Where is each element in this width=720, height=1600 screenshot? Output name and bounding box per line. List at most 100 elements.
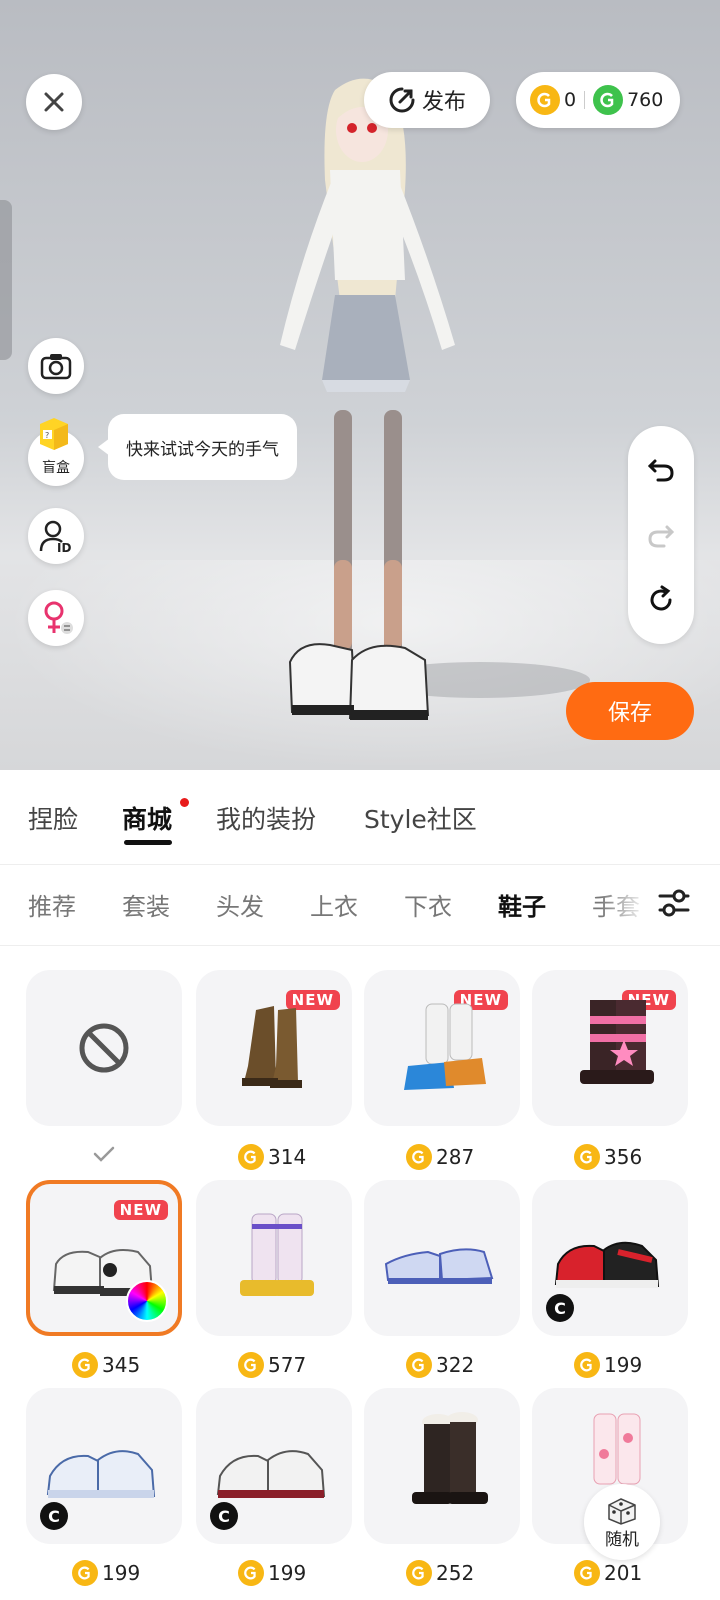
dice-icon <box>608 1497 636 1525</box>
item-card-white-platform-sneakers[interactable]: NEW <box>26 1180 182 1336</box>
gold-coin-icon <box>238 1352 264 1378</box>
leg-warmer-sneakers-thumbnail <box>404 1003 486 1090</box>
selected-check-icon <box>93 1146 115 1162</box>
gold-coin-count: 0 <box>564 89 577 111</box>
main-tabs: 捏脸 商城 我的装扮 Style社区 <box>0 770 720 865</box>
item-card-none[interactable] <box>26 970 182 1126</box>
gold-coin-icon <box>72 1352 98 1378</box>
currency-divider <box>584 91 586 109</box>
category-hair[interactable]: 头发 <box>216 887 264 922</box>
redo-button[interactable] <box>641 514 681 554</box>
gold-lace-boots-thumbnail <box>240 1213 314 1296</box>
camera-button[interactable] <box>28 338 84 394</box>
item-price: 314 <box>238 1140 306 1174</box>
avatar-id-button[interactable]: ID <box>28 508 84 564</box>
side-drawer-handle[interactable] <box>0 200 12 360</box>
item-price: 201 <box>574 1556 642 1590</box>
gold-coin-icon <box>530 85 560 115</box>
item-price-value: 199 <box>604 1353 643 1377</box>
none-icon <box>79 1023 129 1073</box>
category-sets[interactable]: 套装 <box>122 887 170 922</box>
tab-style-community[interactable]: Style社区 <box>364 800 477 836</box>
close-icon <box>44 92 64 112</box>
item-price: 199 <box>238 1556 306 1590</box>
close-button[interactable] <box>26 74 82 130</box>
filter-button[interactable] <box>656 885 696 925</box>
category-tabs: 推荐 套装 头发 上衣 下衣 鞋子 手套 <box>0 865 720 946</box>
gold-coin-icon <box>574 1560 600 1586</box>
item-card-leg-warmer-sneakers[interactable]: NEW <box>364 970 520 1126</box>
blindbox-tip-bubble: 快来试试今天的手气 <box>98 414 297 480</box>
gold-coin-icon <box>406 1352 432 1378</box>
item-price: 199 <box>72 1556 140 1590</box>
item-price: 252 <box>406 1556 474 1590</box>
blindbox-button[interactable]: ? 盲盒 <box>28 418 84 486</box>
creator-badge: C <box>40 1502 68 1530</box>
gold-coin-icon <box>406 1560 432 1586</box>
item-price-value: 287 <box>436 1145 475 1169</box>
item-card-pink-star-boots[interactable]: NEW <box>532 970 688 1126</box>
item-price-value: 201 <box>604 1561 643 1585</box>
gold-coin-icon <box>72 1560 98 1586</box>
item-card-gold-lace-boots[interactable] <box>196 1180 352 1336</box>
item-card-brown-boots[interactable]: NEW <box>196 970 352 1126</box>
active-tab-underline <box>124 840 172 845</box>
item-price-value: 314 <box>268 1145 307 1169</box>
reset-button[interactable] <box>641 580 681 620</box>
green-coin-icon <box>593 85 624 115</box>
gender-switch-button[interactable] <box>28 590 84 646</box>
notification-dot <box>180 798 189 807</box>
currency-display[interactable]: 0 760 <box>516 72 680 128</box>
brown-boots-thumbnail <box>242 1006 302 1088</box>
blindbox-label: 盲盒 <box>42 460 70 476</box>
undo-redo-panel <box>628 426 694 644</box>
save-button[interactable]: 保存 <box>566 682 694 740</box>
item-price-value: 199 <box>102 1561 141 1585</box>
gold-coin-icon <box>574 1352 600 1378</box>
pink-star-boots-thumbnail <box>580 1000 654 1084</box>
tab-face[interactable]: 捏脸 <box>28 800 78 836</box>
tab-my-outfits[interactable]: 我的装扮 <box>216 800 316 836</box>
user-id-icon: ID <box>39 520 71 553</box>
item-price-value: 252 <box>436 1561 475 1585</box>
redo-icon <box>648 525 675 548</box>
item-card-white-star-sneakers[interactable]: C <box>196 1388 352 1544</box>
item-card-red-black-sneakers[interactable]: C <box>532 1180 688 1336</box>
gold-coin-icon <box>574 1144 600 1170</box>
blindbox-tip-text: 快来试试今天的手气 <box>126 439 279 460</box>
gold-coin-icon <box>238 1560 264 1586</box>
refresh-icon <box>650 585 672 611</box>
random-button[interactable]: 随机 <box>584 1484 660 1560</box>
category-tops[interactable]: 上衣 <box>310 887 358 922</box>
item-price: 322 <box>406 1348 474 1382</box>
creator-badge: C <box>546 1294 574 1322</box>
item-price-value: 577 <box>268 1353 307 1377</box>
gold-coin-icon <box>238 1144 264 1170</box>
category-shoes[interactable]: 鞋子 <box>498 887 546 922</box>
filter-icon <box>658 889 690 917</box>
category-bottoms[interactable]: 下衣 <box>404 887 452 922</box>
item-card-blue-cloud-shoes[interactable] <box>364 1180 520 1336</box>
publish-icon <box>389 87 415 113</box>
category-recommend[interactable]: 推荐 <box>28 887 76 922</box>
item-price: 287 <box>406 1140 474 1174</box>
publish-label: 发布 <box>421 90 466 115</box>
color-wheel-icon[interactable] <box>126 1280 168 1322</box>
undo-button[interactable] <box>641 448 681 488</box>
publish-button[interactable]: 发布 <box>364 72 490 128</box>
svg-text:?: ? <box>45 431 49 440</box>
item-card-blue-white-sneakers[interactable]: C <box>26 1388 182 1544</box>
female-icon <box>44 601 73 634</box>
tab-mall[interactable]: 商城 <box>122 800 172 836</box>
item-price: 356 <box>574 1140 642 1174</box>
item-card-fur-black-boots[interactable] <box>364 1388 520 1544</box>
gold-coin-icon <box>406 1144 432 1170</box>
green-coin-count: 760 <box>627 89 664 111</box>
item-price: 577 <box>238 1348 306 1382</box>
item-price-value: 322 <box>436 1353 475 1377</box>
blue-cloud-shoes-thumbnail <box>384 1248 494 1284</box>
camera-icon <box>40 354 72 380</box>
item-price: 199 <box>574 1348 642 1382</box>
creator-badge: C <box>210 1502 238 1530</box>
avatar-stage[interactable]: 发布 0 760 ? 盲盒 快来试试今天的手气 ID 保存 <box>0 0 720 770</box>
